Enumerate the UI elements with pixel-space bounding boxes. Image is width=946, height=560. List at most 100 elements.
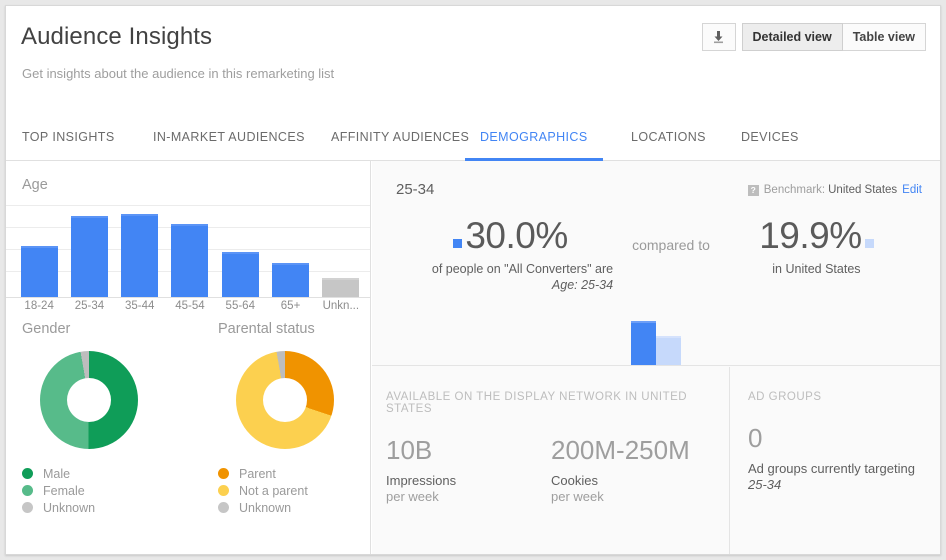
- benchmark-color-swatch: [865, 239, 874, 248]
- list-percent-line: 30.0%: [403, 215, 618, 257]
- age-bar-cell[interactable]: [64, 205, 114, 297]
- age-bar-cell[interactable]: [165, 205, 215, 297]
- age-axis-label: 65+: [265, 300, 315, 312]
- tab-demographics[interactable]: DEMOGRAPHICS: [465, 116, 603, 161]
- impressions-value: 10B: [386, 435, 551, 465]
- legend-swatch-female: [22, 485, 33, 496]
- legend-item: Male: [22, 465, 150, 482]
- ad-groups-label: AD GROUPS: [748, 391, 940, 403]
- age-axis-label: 55-64: [215, 300, 265, 312]
- age-axis-label: 35-44: [115, 300, 165, 312]
- display-network-stats: AVAILABLE ON THE DISPLAY NETWORK IN UNIT…: [372, 367, 730, 554]
- benchmark-value: United States: [828, 184, 897, 196]
- age-axis-label: 25-34: [64, 300, 114, 312]
- benchmark-row: ? Benchmark: United States Edit: [748, 184, 922, 196]
- legend-item: Parent: [218, 465, 346, 482]
- benchmark-edit-link[interactable]: Edit: [902, 184, 922, 196]
- legend-swatch-parent: [218, 468, 229, 479]
- gender-donut-wrap: [22, 351, 150, 455]
- mini-bar-list: [631, 321, 656, 365]
- comparison-row: 30.0% of people on "All Converters" are …: [372, 215, 940, 293]
- age-bar[interactable]: [222, 252, 259, 297]
- screenshot-root: Audience Insights Get insights about the…: [0, 0, 946, 560]
- table-view-button[interactable]: Table view: [843, 23, 926, 51]
- legend-item: Unknown: [22, 499, 150, 516]
- parental-legend: Parent Not a parent Unknown: [218, 465, 346, 516]
- age-bar-chart: [6, 205, 370, 297]
- age-bar[interactable]: [121, 214, 158, 297]
- age-bar-cell[interactable]: [14, 205, 64, 297]
- legend-label-not-a-parent: Not a parent: [239, 484, 308, 498]
- segment-title: 25-34: [396, 181, 434, 198]
- legend-swatch-male: [22, 468, 33, 479]
- parental-donut-chart: [236, 351, 334, 449]
- age-bar-cell[interactable]: [115, 205, 165, 297]
- age-bar-cell[interactable]: [265, 205, 315, 297]
- parental-donut-wrap: [218, 351, 346, 455]
- tab-locations[interactable]: LOCATIONS: [631, 116, 706, 161]
- cookies-stat: 200M-250M Cookies per week: [551, 435, 716, 504]
- mini-bar-benchmark: [656, 336, 681, 365]
- benchmark-percent-line: 19.9%: [724, 215, 909, 257]
- help-icon[interactable]: ?: [748, 185, 759, 196]
- page-title: Audience Insights: [21, 23, 212, 51]
- stats-panel: AVAILABLE ON THE DISPLAY NETWORK IN UNIT…: [372, 367, 940, 554]
- detailed-view-button[interactable]: Detailed view: [742, 23, 843, 51]
- tab-devices[interactable]: DEVICES: [741, 116, 799, 161]
- age-bar[interactable]: [21, 246, 58, 297]
- legend-label-unknown: Unknown: [239, 501, 291, 515]
- parental-status-chart-title: Parental status: [218, 321, 346, 337]
- cookies-unit: per week: [551, 489, 716, 504]
- gender-chart-block: Gender Male Female Unknown: [22, 321, 150, 516]
- page-subtitle: Get insights about the audience in this …: [22, 66, 334, 81]
- cookies-value: 200M-250M: [551, 435, 716, 465]
- tab-in-market-audiences[interactable]: IN-MARKET AUDIENCES: [153, 116, 305, 161]
- list-color-swatch: [453, 239, 462, 248]
- age-chart-title: Age: [22, 177, 48, 193]
- legend-item: Not a parent: [218, 482, 346, 499]
- age-bar-cell[interactable]: [316, 205, 366, 297]
- impressions-stat: 10B Impressions per week: [386, 435, 551, 504]
- parental-status-chart-block: Parental status Parent Not a parent: [218, 321, 346, 516]
- list-desc-line1: of people on "All Converters" are: [432, 262, 613, 276]
- display-network-label: AVAILABLE ON THE DISPLAY NETWORK IN UNIT…: [386, 391, 729, 415]
- download-icon: [712, 30, 725, 44]
- gender-chart-title: Gender: [22, 321, 150, 337]
- download-button[interactable]: [702, 23, 736, 51]
- benchmark-label: Benchmark:: [764, 184, 825, 196]
- legend-swatch-unknown: [22, 502, 33, 513]
- benchmark-percent-desc: in United States: [724, 261, 909, 277]
- legend-label-unknown: Unknown: [43, 501, 95, 515]
- list-desc-line2: Age: 25-34: [552, 278, 613, 292]
- age-bar[interactable]: [171, 224, 208, 297]
- benchmark-percent-value: 19.9%: [759, 215, 861, 257]
- legend-label-parent: Parent: [239, 467, 276, 481]
- left-column: Age 18-2425-3435-4445-5455-6465+Unkn... …: [6, 161, 371, 554]
- tab-top-insights[interactable]: TOP INSIGHTS: [22, 116, 115, 161]
- gender-donut-chart: [40, 351, 138, 449]
- gender-legend: Male Female Unknown: [22, 465, 150, 516]
- age-axis-label: Unkn...: [316, 300, 366, 312]
- tab-bar: TOP INSIGHTS IN-MARKET AUDIENCES AFFINIT…: [6, 116, 940, 161]
- age-bars: [14, 205, 366, 297]
- ad-groups-desc-text: Ad groups currently targeting: [748, 461, 915, 476]
- legend-item: Unknown: [218, 499, 346, 516]
- list-percent-value: 30.0%: [465, 215, 567, 257]
- age-axis-label: 45-54: [165, 300, 215, 312]
- header-actions: Detailed view Table view: [702, 23, 927, 51]
- age-bar[interactable]: [71, 216, 108, 297]
- list-percent-desc: of people on "All Converters" are Age: 2…: [403, 261, 618, 293]
- compared-to-label: compared to: [618, 215, 724, 253]
- age-bar[interactable]: [272, 263, 309, 297]
- impressions-name: Impressions: [386, 473, 551, 488]
- age-axis-labels: 18-2425-3435-4445-5455-6465+Unkn...: [14, 300, 366, 312]
- age-bar[interactable]: [322, 278, 359, 297]
- benchmark-percent-block: 19.9% in United States: [724, 215, 909, 277]
- legend-swatch-not-a-parent: [218, 485, 229, 496]
- impressions-unit: per week: [386, 489, 551, 504]
- ad-groups-description: Ad groups currently targeting 25-34: [748, 461, 938, 493]
- view-toggle-group: Detailed view Table view: [742, 23, 927, 51]
- tab-affinity-audiences[interactable]: AFFINITY AUDIENCES: [331, 116, 469, 161]
- list-percent-block: 30.0% of people on "All Converters" are …: [403, 215, 618, 293]
- age-bar-cell[interactable]: [215, 205, 265, 297]
